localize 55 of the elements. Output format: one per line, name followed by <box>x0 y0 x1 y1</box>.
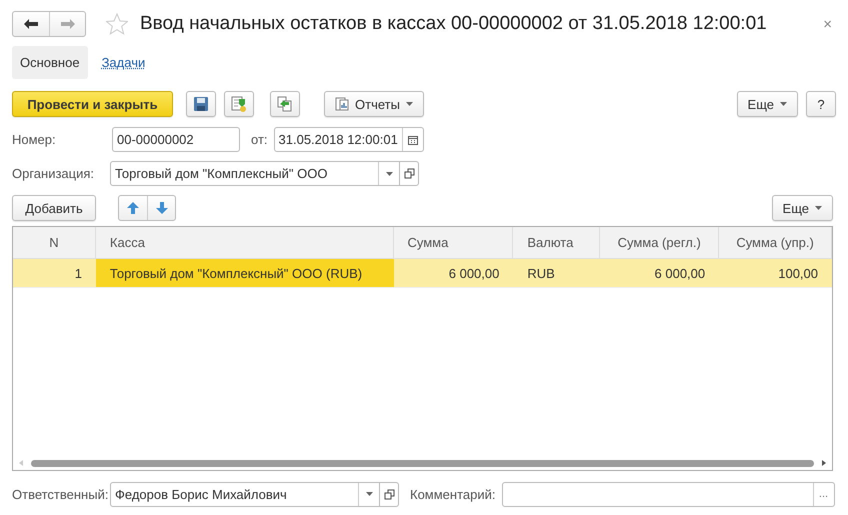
field-label: Организация: <box>12 166 96 181</box>
arrow-left-icon <box>24 19 38 29</box>
column-header[interactable]: Сумма (регл.) <box>600 227 720 258</box>
caret-icon <box>406 102 413 106</box>
column-header[interactable]: Касса <box>96 227 394 258</box>
field-label: от: <box>251 132 268 147</box>
copy-button[interactable] <box>270 91 300 117</box>
post-and-close-button[interactable]: Провести и закрыть <box>12 91 173 117</box>
tab[interactable]: Задачи <box>94 46 154 79</box>
number-field[interactable]: 00-00000002 <box>112 127 240 152</box>
close-button[interactable]: × <box>823 16 832 32</box>
column-header[interactable]: Сумма (упр.) <box>719 227 832 258</box>
open-window-icon <box>384 488 394 500</box>
arrow-down-icon <box>156 202 168 214</box>
caret-icon <box>366 492 372 496</box>
select-button[interactable]: ... <box>812 482 834 506</box>
calendar-icon <box>408 134 418 144</box>
open-button[interactable] <box>399 161 419 186</box>
field-label: Ответственный: <box>12 486 110 502</box>
tab[interactable]: Основное <box>12 46 88 79</box>
field-label: Номер: <box>12 132 57 147</box>
arrow-up-icon <box>127 202 139 214</box>
scroll-right-icon[interactable] <box>822 460 826 466</box>
column-header[interactable]: N <box>13 227 96 258</box>
field-label: Комментарий: <box>410 486 496 502</box>
caret-icon <box>780 102 787 106</box>
reports-button[interactable]: Отчеты <box>324 91 424 117</box>
report-icon <box>335 97 349 111</box>
arrow-right-icon <box>60 19 74 29</box>
column-header[interactable]: Валюта <box>513 227 600 258</box>
documents-arrow-icon <box>277 96 293 112</box>
open-button[interactable] <box>379 482 399 506</box>
star-icon[interactable] <box>106 13 128 35</box>
post-button[interactable] <box>224 91 254 117</box>
help-button[interactable]: ? <box>806 91 836 117</box>
save-button[interactable] <box>186 91 216 117</box>
table-cell-text: 100,00 <box>777 264 819 282</box>
more-button[interactable]: Еще <box>736 91 798 117</box>
caret-icon <box>815 206 822 210</box>
table-cell-text: 6 000,00 <box>448 264 500 282</box>
table-cell-text: RUB <box>526 264 556 282</box>
organization-field[interactable]: Торговый дом "Комплексный" ООО <box>110 161 400 186</box>
table-cell-text: 6 000,00 <box>654 264 706 282</box>
comment-field[interactable]: ... <box>502 482 834 506</box>
more-button[interactable]: Еще <box>772 195 833 221</box>
caret-icon <box>386 172 392 176</box>
window-title: Ввод начальных остатков в кассах 00-00000002 от 31.05.2018 12:00:01 <box>140 13 768 35</box>
table-cell-text: 1 <box>74 264 83 282</box>
column-header[interactable]: Сумма <box>394 227 514 258</box>
responsible-field[interactable]: Федоров Борис Михайлович <box>110 482 380 506</box>
open-window-icon <box>404 168 414 179</box>
date-field[interactable]: 31.05.2018 12:00:01 <box>274 127 424 152</box>
table-cell: Торговый дом "Комплексный" ООО (RUB) <box>96 259 394 287</box>
add-button[interactable]: Добавить <box>12 195 96 221</box>
table-row[interactable]: 1 Торговый дом "Комплексный" ООО (RUB) 6 000,00 RUB 6 000,00 100,00 <box>13 259 832 288</box>
